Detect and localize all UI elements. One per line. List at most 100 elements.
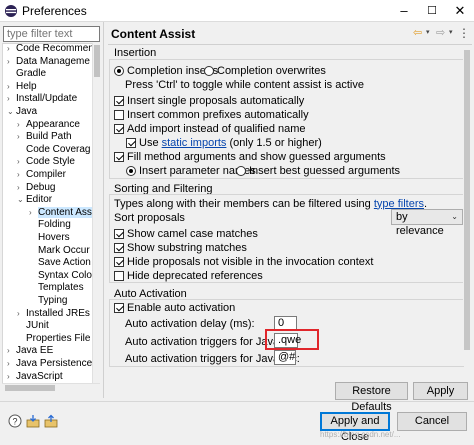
checkbox-box[interactable] [114,95,124,106]
sort-proposals-select[interactable]: by relevance ⌄ [391,209,463,237]
collapsed-arrow-icon[interactable]: › [17,182,26,195]
insert-single-checkbox[interactable]: Insert single proposals automatically [114,94,304,107]
forward-arrow-icon[interactable]: ⇨ [436,26,445,40]
tree-item[interactable]: › Help [7,81,37,94]
checkbox-box[interactable] [114,151,124,162]
tree-item[interactable]: › Debug [17,182,55,195]
tree-item[interactable]: Gradle [7,68,46,81]
view-menu-icon[interactable]: ⋮ [458,26,470,40]
tree-item[interactable]: › Java Persistence [7,358,92,371]
tree-item[interactable]: › Data Manageme [7,56,90,69]
tree-item[interactable]: ⌄ Java [7,106,37,119]
tree-item[interactable]: › Installed JREs [17,308,90,321]
checkbox-box[interactable] [114,123,124,134]
tree-item[interactable]: › Content Assi [29,206,95,220]
tree-item[interactable]: ⌄ Editor [17,194,52,207]
collapsed-arrow-icon[interactable]: › [7,358,16,371]
export-icon[interactable] [44,414,58,428]
tree-item[interactable]: Syntax Colo [29,270,92,283]
collapsed-arrow-icon[interactable]: › [7,81,16,94]
checkbox-box[interactable] [114,228,124,239]
static-imports-link[interactable]: static imports [162,137,227,149]
collapsed-arrow-icon[interactable]: › [7,93,16,106]
tree-item[interactable]: › Code Recommen [7,44,94,56]
collapsed-arrow-icon[interactable]: › [17,131,26,144]
close-button[interactable]: ✕ [446,0,474,22]
collapsed-arrow-icon[interactable]: › [17,119,26,132]
tree-item[interactable]: › Code Style [17,156,75,169]
completion-overwrites-radio[interactable]: Completion overwrites [204,64,326,77]
tree-item[interactable]: › Java EE [7,345,53,358]
preferences-tree[interactable]: › Code Recommen › Data Manageme Gradle › Help ›… [2,43,100,391]
tree-item[interactable]: JUnit [17,320,49,333]
back-arrow-icon[interactable]: ⇦ [413,26,422,40]
forward-menu-chevron-icon[interactable]: ▾ [449,26,453,40]
collapsed-arrow-icon[interactable]: › [17,156,26,169]
tree-item[interactable]: Mark Occur [29,245,90,258]
java-triggers-input[interactable]: .qwe [274,333,301,348]
radio-indicator[interactable] [236,165,246,176]
checkbox-box[interactable] [126,137,136,148]
collapsed-arrow-icon[interactable]: › [17,308,26,321]
tree-hscroll-thumb[interactable] [5,385,55,391]
apply-button[interactable]: Apply [413,382,468,400]
collapsed-arrow-icon[interactable]: › [29,207,38,220]
checkbox-box[interactable] [114,270,124,281]
fill-method-checkbox[interactable]: Fill method arguments and show guessed a… [114,150,386,163]
radio-indicator[interactable] [126,165,136,176]
tree-item[interactable]: Properties File [17,333,90,346]
camel-case-checkbox[interactable]: Show camel case matches [114,227,258,240]
expanded-arrow-icon[interactable]: ⌄ [7,106,16,119]
tree-item[interactable]: Templates [29,282,84,295]
import-icon[interactable] [26,414,40,428]
type-filters-link[interactable]: type filters [374,198,424,210]
javadoc-triggers-input[interactable]: @# [274,350,296,365]
checkbox-box[interactable] [114,256,124,267]
tree-item[interactable]: Folding [29,219,71,232]
radio-indicator[interactable] [114,65,124,76]
restore-defaults-button[interactable]: Restore Defaults [335,382,408,413]
tree-item[interactable]: › Build Path [17,131,72,144]
collapsed-arrow-icon[interactable]: › [17,169,26,182]
tree-item[interactable]: › Appearance [17,119,80,132]
collapsed-arrow-icon[interactable]: › [7,345,16,358]
substring-checkbox[interactable]: Show substring matches [114,241,247,254]
pane-divider[interactable] [103,22,104,398]
add-import-label: Add import instead of qualified name [127,122,306,135]
tree-item[interactable]: Code Coverag [17,144,90,157]
tree-vscroll-thumb[interactable] [94,45,100,77]
maximize-button[interactable]: ☐ [418,0,446,22]
enable-auto-activation-checkbox[interactable]: Enable auto activation [114,301,235,314]
tree-item[interactable]: Typing [29,295,67,308]
checkbox-box[interactable] [114,242,124,253]
collapsed-arrow-icon[interactable]: › [7,371,16,384]
filter-input[interactable] [3,26,100,42]
checkbox-box[interactable] [114,302,124,313]
tree-item[interactable]: Save Action [29,257,91,270]
tree-item[interactable]: › JavaScript [7,371,63,384]
collapsed-arrow-icon[interactable]: › [7,44,16,56]
tree-item[interactable]: › Compiler [17,169,66,182]
checkbox-box[interactable] [114,109,124,120]
hide-not-visible-checkbox[interactable]: Hide proposals not visible in the invoca… [114,255,373,268]
tree-item[interactable]: Hovers [29,232,70,245]
use-static-imports-checkbox[interactable]: Use static imports (only 1.5 or higher) [126,136,322,149]
minimize-button[interactable]: – [390,0,418,22]
radio-indicator[interactable] [204,65,214,76]
cancel-button[interactable]: Cancel [397,412,467,431]
add-import-checkbox[interactable]: Add import instead of qualified name [114,122,306,135]
insert-common-checkbox[interactable]: Insert common prefixes automatically [114,108,309,121]
page-vertical-scrollbar[interactable] [463,48,471,366]
help-icon[interactable]: ? [8,414,22,428]
apply-and-close-button[interactable]: Apply and Close [320,412,390,443]
back-menu-chevron-icon[interactable]: ▾ [426,26,430,40]
collapsed-arrow-icon[interactable]: › [7,56,16,69]
page-vscroll-thumb[interactable] [464,50,470,350]
tree-vertical-scrollbar[interactable] [92,43,101,383]
tree-horizontal-scrollbar[interactable] [2,383,100,392]
insert-best-guessed-radio[interactable]: Insert best guessed arguments [236,164,400,177]
expanded-arrow-icon[interactable]: ⌄ [17,194,26,207]
hide-deprecated-checkbox[interactable]: Hide deprecated references [114,269,263,282]
tree-item[interactable]: › Install/Update [7,93,77,106]
completion-inserts-radio[interactable]: Completion inserts [114,64,218,77]
